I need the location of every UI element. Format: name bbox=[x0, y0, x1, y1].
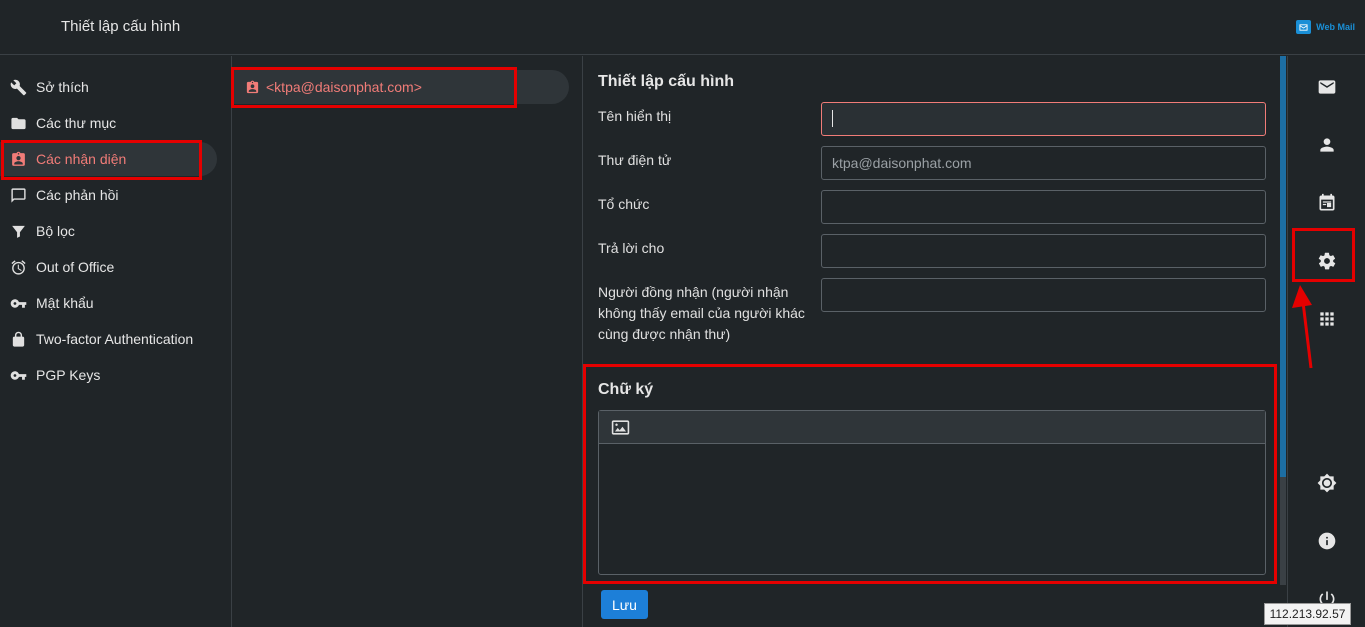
signature-title: Chữ ký bbox=[598, 381, 654, 398]
identity-form: Thiết lập cấu hình Tên hiển thị Thư điện… bbox=[584, 56, 1280, 627]
contacts-icon[interactable] bbox=[1315, 133, 1339, 157]
signature-editor bbox=[598, 410, 1266, 575]
sidebar-item-label: Bộ lọc bbox=[36, 223, 75, 239]
reply-to-input[interactable] bbox=[821, 234, 1266, 268]
top-bar: Thiết lập cấu hình Web Mail bbox=[0, 0, 1365, 55]
text-caret bbox=[832, 110, 833, 127]
settings-sidebar: Sở thích Các thư mục Các nhận diện Các p… bbox=[0, 56, 232, 627]
calendar-icon[interactable] bbox=[1315, 191, 1339, 215]
identity-item[interactable]: <ktpa@daisonphat.com> bbox=[233, 70, 569, 104]
sidebar-item-label: Mật khẩu bbox=[36, 295, 94, 311]
sidebar-item-out-of-office[interactable]: Out of Office bbox=[0, 250, 217, 284]
identities-list: <ktpa@daisonphat.com> bbox=[233, 56, 583, 627]
lock-icon bbox=[10, 331, 27, 348]
sidebar-item-preferences[interactable]: Sở thích bbox=[0, 70, 217, 104]
settings-icon[interactable] bbox=[1315, 249, 1339, 273]
sidebar-item-label: Các nhận diện bbox=[36, 151, 127, 167]
email-field[interactable] bbox=[821, 146, 1266, 180]
wrench-icon bbox=[10, 79, 27, 96]
info-icon[interactable] bbox=[1315, 529, 1339, 553]
sidebar-item-label: Các phản hồi bbox=[36, 187, 119, 203]
organization-label: Tổ chức bbox=[598, 196, 650, 212]
sidebar-item-label: Two-factor Authentication bbox=[36, 331, 194, 347]
filter-icon bbox=[10, 223, 27, 240]
display-name-input[interactable] bbox=[821, 102, 1266, 136]
scrollbar-thumb[interactable] bbox=[1280, 477, 1286, 585]
app-rail bbox=[1287, 56, 1365, 627]
sidebar-item-folders[interactable]: Các thư mục bbox=[0, 106, 217, 140]
sidebar-item-identities[interactable]: Các nhận diện bbox=[0, 142, 217, 176]
signature-toolbar bbox=[599, 411, 1265, 444]
comment-icon bbox=[10, 187, 27, 204]
brand-name: Web Mail bbox=[1316, 22, 1355, 32]
id-badge-icon bbox=[10, 151, 27, 168]
sidebar-item-responses[interactable]: Các phản hồi bbox=[0, 178, 217, 212]
ip-address-badge: 112.213.92.57 bbox=[1264, 603, 1351, 625]
sidebar-item-password[interactable]: Mật khẩu bbox=[0, 286, 217, 320]
save-button[interactable]: Lưu bbox=[601, 590, 648, 619]
brand-logo[interactable]: Web Mail bbox=[1296, 20, 1355, 34]
theme-icon[interactable] bbox=[1315, 471, 1339, 495]
key-icon bbox=[10, 367, 27, 384]
organization-input[interactable] bbox=[821, 190, 1266, 224]
display-name-label: Tên hiển thị bbox=[598, 108, 672, 124]
sidebar-item-two-factor[interactable]: Two-factor Authentication bbox=[0, 322, 217, 356]
identity-email: <ktpa@daisonphat.com> bbox=[266, 79, 422, 95]
folder-icon bbox=[10, 115, 27, 132]
sidebar-item-label: PGP Keys bbox=[36, 367, 101, 383]
key-icon bbox=[10, 295, 27, 312]
apps-icon[interactable] bbox=[1315, 307, 1339, 331]
reply-to-label: Trả lời cho bbox=[598, 240, 665, 256]
bcc-label: Người đồng nhận (người nhận không thấy e… bbox=[598, 284, 805, 342]
signature-textarea[interactable] bbox=[599, 444, 1265, 574]
sidebar-item-label: Sở thích bbox=[36, 79, 89, 95]
form-section-title: Thiết lập cấu hình bbox=[598, 73, 735, 90]
bcc-input[interactable] bbox=[821, 278, 1266, 312]
sidebar-item-label: Các thư mục bbox=[36, 115, 117, 131]
sidebar-item-pgp-keys[interactable]: PGP Keys bbox=[0, 358, 217, 392]
sidebar-item-label: Out of Office bbox=[36, 259, 115, 275]
image-icon[interactable] bbox=[611, 419, 630, 436]
sidebar-item-filters[interactable]: Bộ lọc bbox=[0, 214, 217, 248]
alarm-icon bbox=[10, 259, 27, 276]
form-scrollbar[interactable] bbox=[1280, 56, 1286, 585]
mail-logo-icon bbox=[1296, 20, 1312, 34]
email-label: Thư điện tử bbox=[598, 152, 672, 168]
page-title: Thiết lập cấu hình bbox=[61, 18, 181, 35]
id-badge-icon bbox=[246, 80, 259, 93]
mail-icon[interactable] bbox=[1315, 75, 1339, 99]
